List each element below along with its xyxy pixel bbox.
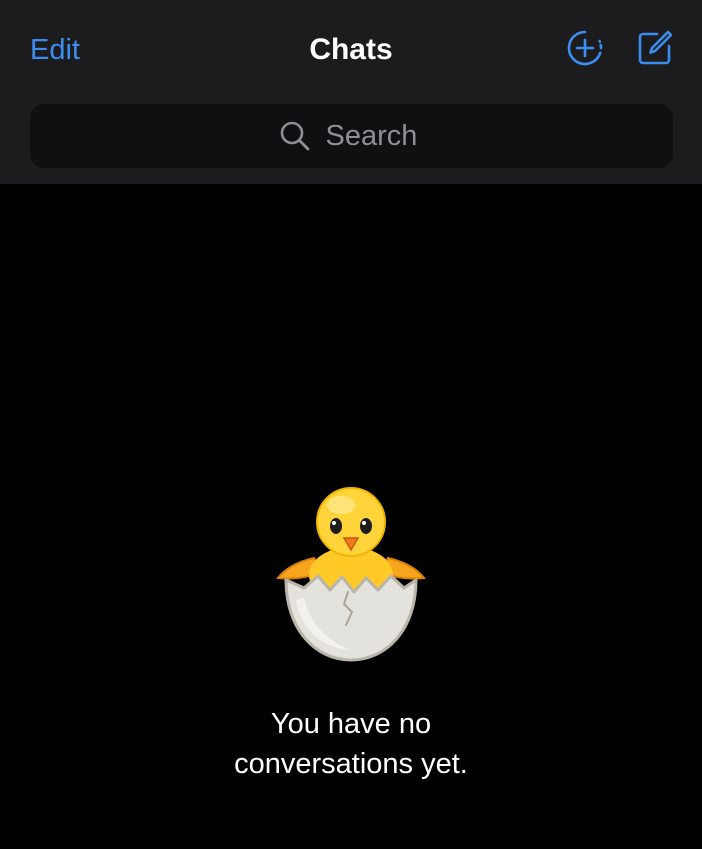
empty-state: You have no conversations yet. <box>0 480 702 784</box>
search-bar[interactable] <box>30 104 673 168</box>
empty-state-line-1: You have no <box>270 708 432 740</box>
search-icon <box>280 121 309 151</box>
compose-button[interactable] <box>635 28 675 68</box>
search-input[interactable] <box>325 119 426 153</box>
empty-state-message: You have no conversations yet. <box>0 704 702 784</box>
navigation-header: Edit Chats <box>0 0 702 184</box>
compose-icon <box>638 30 673 65</box>
new-story-button[interactable] <box>565 28 605 68</box>
circle-plus-icon <box>567 30 603 66</box>
empty-state-line-2: conversations yet. <box>234 748 468 780</box>
hatching-chick-illustration <box>276 487 426 662</box>
